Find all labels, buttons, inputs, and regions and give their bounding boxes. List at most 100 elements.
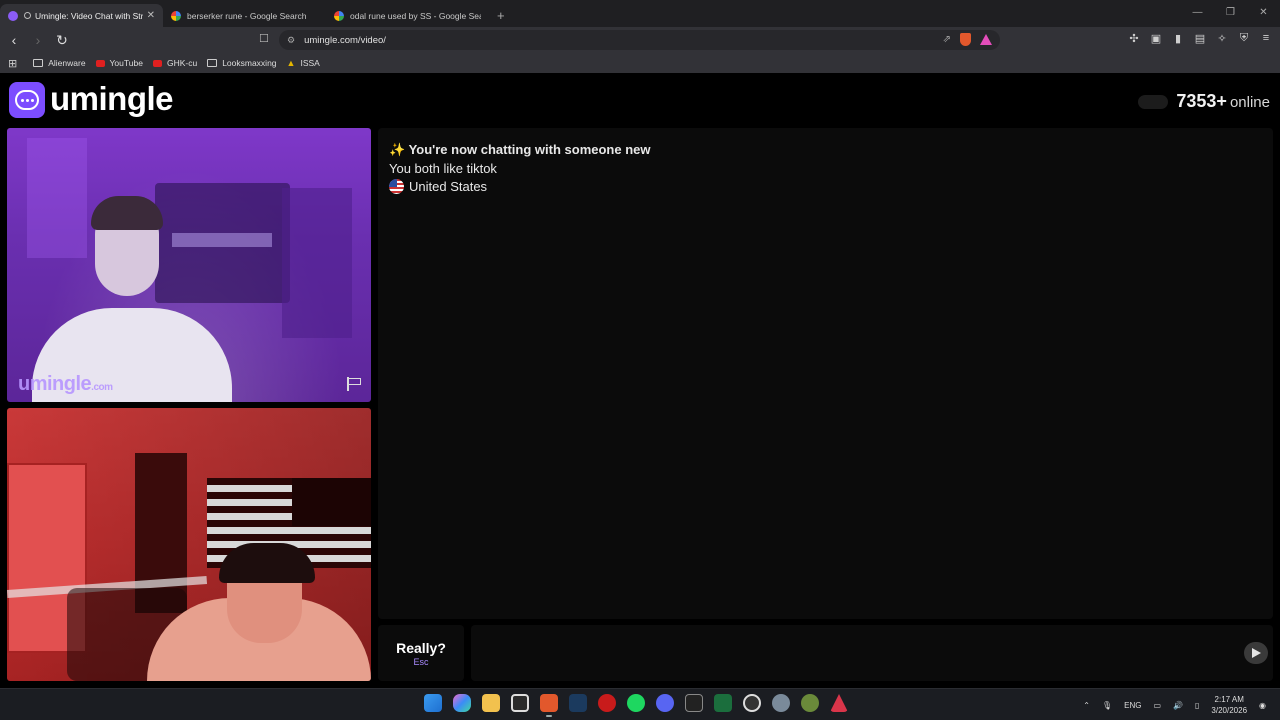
tab-title: berserker rune - Google Search (187, 10, 307, 21)
report-flag-icon[interactable] (347, 377, 361, 391)
bookmark-issa[interactable]: ▲ ISSA (287, 58, 320, 68)
brave-rewards-icon[interactable] (980, 34, 992, 45)
spotify-icon[interactable] (627, 694, 645, 712)
tab-odal[interactable]: odal rune used by SS - Google Search (326, 4, 489, 27)
brave-browser-icon[interactable] (540, 694, 558, 717)
clock-date: 3/20/2026 (1211, 706, 1248, 715)
settings-gear-icon[interactable] (772, 694, 790, 712)
bookmark-label: Looksmaxxing (222, 58, 277, 68)
site-settings-icon[interactable]: ⚙ (287, 35, 295, 46)
system-tray: ⌃ 🎙 ENG ▭ 🔊 ▯ 2:17 AM 3/20/2026 ◉ (1083, 689, 1266, 720)
chat-bubble-logo-icon[interactable] (9, 82, 45, 118)
reload-icon[interactable]: ↻ (52, 32, 72, 49)
country-label: United States (409, 179, 488, 194)
sidebar-icon[interactable]: ▮ (1172, 32, 1184, 45)
local-video (7, 408, 371, 681)
clock[interactable]: 2:17 AM 3/20/2026 (1211, 694, 1247, 716)
discord-icon[interactable] (656, 694, 674, 712)
message-input[interactable] (471, 625, 1273, 681)
browser-tab-strip: Umingle: Video Chat with Str ✕ berserker… (0, 0, 1280, 27)
online-indicator (1138, 94, 1169, 109)
reader-icon[interactable]: ▤ (1194, 32, 1206, 45)
menu-icon[interactable]: ≡ (1260, 32, 1272, 45)
copilot-icon[interactable] (453, 694, 471, 712)
back-icon[interactable]: ‹ (4, 32, 24, 48)
folder-icon (207, 59, 218, 67)
xbox-icon[interactable] (801, 694, 819, 712)
skip-button[interactable]: Really? Esc (378, 625, 464, 681)
folder-icon (33, 59, 44, 67)
new-tab-button[interactable]: + (497, 8, 505, 23)
vpn-icon[interactable]: ⛨ (1238, 32, 1250, 45)
bookmarks-bar: ⊞ Alienware YouTube GHK-cu Looksmaxxing … (0, 53, 1280, 73)
excel-icon[interactable] (714, 694, 732, 712)
microphone-icon[interactable]: 🎙 (1102, 701, 1112, 710)
umingle-favicon-icon (8, 10, 18, 21)
online-counter: 7353+ online (1138, 91, 1270, 112)
bookmark-youtube[interactable]: YouTube (95, 58, 143, 68)
site-header: umingle 7353+ online (0, 76, 1280, 124)
language-indicator[interactable]: ENG (1124, 701, 1141, 710)
browser-toolbar: ‹ › ↻ ☐ ⚙ umingle.com/video/ ⇗ ✣ ▣ ▮ ▤ ✧… (0, 27, 1280, 53)
leo-ai-icon[interactable]: ✧ (1216, 32, 1228, 45)
us-flag-icon (389, 179, 404, 194)
forward-icon[interactable]: › (28, 32, 48, 48)
close-window-icon[interactable]: ✕ (1247, 0, 1280, 27)
toolbar-extensions: ✣ ▣ ▮ ▤ ✧ ⛨ ≡ (1128, 32, 1272, 45)
skip-button-label: Really? (396, 640, 446, 656)
volume-icon[interactable]: 🔊 (1173, 701, 1183, 710)
online-count: 7353+ (1176, 91, 1227, 111)
steam-icon[interactable] (569, 694, 587, 712)
stranger-country: United States (389, 179, 487, 194)
issa-icon: ▲ (286, 58, 296, 68)
notification-icon[interactable]: ◉ (1259, 701, 1266, 710)
bookmark-icon[interactable]: ☐ (259, 32, 269, 45)
send-icon[interactable] (1244, 642, 1268, 664)
taskbar-apps (424, 694, 848, 717)
remote-video: umingle.com (7, 128, 371, 402)
epic-games-icon[interactable] (685, 694, 703, 712)
online-label: online (1229, 94, 1270, 111)
skip-shortcut-hint: Esc (413, 657, 429, 667)
tray-overflow-icon[interactable]: ⌃ (1083, 701, 1090, 710)
razer-icon[interactable] (598, 694, 616, 712)
shared-interest-message: You both like tiktok (389, 161, 497, 176)
tab-umingle[interactable]: Umingle: Video Chat with Str ✕ (0, 4, 163, 27)
minimize-icon[interactable]: — (1181, 0, 1214, 27)
google-favicon-icon (334, 10, 344, 21)
clock-time: 2:17 AM (1214, 695, 1244, 704)
chat-log: ✨ You're now chatting with someone new Y… (378, 128, 1273, 619)
file-explorer-icon[interactable] (482, 694, 500, 712)
windows-taskbar: ⌃ 🎙 ENG ▭ 🔊 ▯ 2:17 AM 3/20/2026 ◉ (0, 688, 1280, 720)
microsoft-store-icon[interactable] (511, 694, 529, 712)
clock-app-icon[interactable] (743, 694, 761, 712)
apps-grid-icon[interactable]: ⊞ (8, 57, 17, 70)
close-tab-icon[interactable]: ✕ (147, 10, 155, 21)
extensions-icon[interactable]: ✣ (1128, 32, 1140, 45)
bookmark-looksmaxxing[interactable]: Looksmaxxing (207, 58, 277, 68)
tab-title: Umingle: Video Chat with Str (35, 10, 143, 21)
network-icon[interactable]: ▭ (1153, 701, 1161, 710)
recording-indicator-icon (24, 12, 31, 19)
maximize-icon[interactable]: ❐ (1214, 0, 1247, 27)
bookmark-label: ISSA (300, 58, 320, 68)
share-icon[interactable]: ⇗ (943, 34, 951, 45)
bookmark-alienware[interactable]: Alienware (33, 58, 86, 68)
google-favicon-icon (171, 10, 181, 21)
address-bar[interactable]: ⚙ umingle.com/video/ ⇗ (279, 30, 1000, 50)
brave-alert-icon[interactable] (830, 694, 848, 712)
system-message-new-chat: ✨ You're now chatting with someone new (389, 142, 651, 157)
windows-start-icon[interactable] (424, 694, 442, 712)
umingle-watermark: umingle.com (18, 373, 113, 395)
site-logo[interactable]: umingle (50, 80, 174, 118)
tab-berserker[interactable]: berserker rune - Google Search (163, 4, 326, 27)
window-controls: — ❐ ✕ (1181, 0, 1280, 27)
bookmark-label: GHK-cu (166, 58, 198, 68)
bookmark-label: Alienware (48, 58, 86, 68)
bookmark-ghk-cu[interactable]: GHK-cu (152, 58, 198, 68)
battery-icon[interactable]: ▯ (1195, 701, 1199, 710)
wallet-icon[interactable]: ▣ (1150, 32, 1162, 45)
tab-title: odal rune used by SS - Google Search (350, 10, 481, 21)
brave-shields-icon[interactable] (960, 33, 971, 46)
url-text: umingle.com/video/ (304, 34, 386, 46)
